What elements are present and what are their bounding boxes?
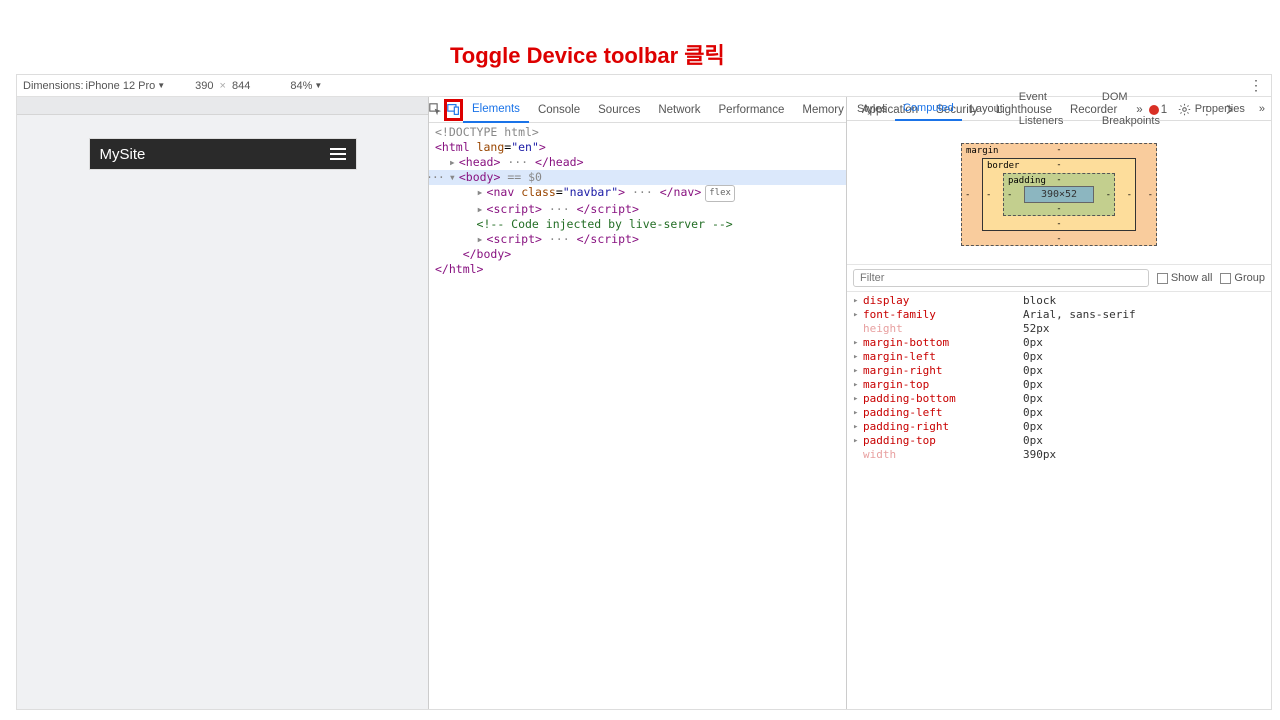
dom-nav[interactable]: <nav class="navbar"> ··· </nav>: [487, 185, 702, 199]
dom-body[interactable]: <body>: [459, 170, 501, 184]
more-tabs-icon[interactable]: »: [1253, 103, 1271, 115]
computed-row[interactable]: ▸padding-right0px: [847, 420, 1271, 434]
computed-prop-name: width: [863, 448, 1023, 462]
tab-performance[interactable]: Performance: [710, 97, 794, 123]
dimensions-label: Dimensions:: [23, 80, 84, 92]
computed-row[interactable]: ▸font-familyArial, sans-serif: [847, 308, 1271, 322]
computed-prop-value: 0px: [1023, 350, 1043, 364]
styles-sidebar: Styles Computed Layout Event Listeners D…: [847, 97, 1271, 709]
dropdown-icon[interactable]: ▼: [157, 81, 165, 90]
computed-row[interactable]: ▸margin-bottom0px: [847, 336, 1271, 350]
computed-row[interactable]: ▸margin-right0px: [847, 364, 1271, 378]
computed-prop-name: padding-right: [863, 420, 1023, 434]
filter-input[interactable]: [853, 269, 1149, 287]
computed-row[interactable]: ▸margin-left0px: [847, 350, 1271, 364]
tab-elements[interactable]: Elements: [463, 97, 529, 123]
tab-console[interactable]: Console: [529, 97, 589, 123]
site-title: MySite: [100, 146, 146, 163]
ruler: [17, 97, 428, 115]
computed-prop-value: 0px: [1023, 378, 1043, 392]
box-model-content: 390×52: [1024, 186, 1094, 203]
tab-styles[interactable]: Styles: [849, 97, 895, 121]
annotation-label: Toggle Device toolbar 클릭: [450, 38, 725, 70]
device-select[interactable]: iPhone 12 Pro: [86, 80, 156, 92]
computed-prop-name: display: [863, 294, 1023, 308]
computed-prop-name: height: [863, 322, 1023, 336]
computed-row[interactable]: ▸padding-left0px: [847, 406, 1271, 420]
device-preview-pane: MySite: [17, 97, 429, 709]
dom-script1[interactable]: <script> ··· </script>: [487, 202, 639, 216]
computed-prop-name: font-family: [863, 308, 1023, 322]
computed-prop-name: padding-top: [863, 434, 1023, 448]
computed-prop-value: 0px: [1023, 420, 1043, 434]
show-all-checkbox[interactable]: Show all: [1157, 272, 1213, 284]
group-checkbox[interactable]: Group: [1220, 272, 1265, 284]
dimension-separator: ×: [220, 80, 226, 92]
tab-network[interactable]: Network: [649, 97, 709, 123]
dom-tree[interactable]: <!DOCTYPE html> <html lang="en"> ▸<head>…: [429, 123, 846, 709]
computed-prop-name: margin-bottom: [863, 336, 1023, 350]
computed-row[interactable]: height52px: [847, 322, 1271, 336]
computed-prop-value: block: [1023, 294, 1056, 308]
box-model-diagram[interactable]: margin - - - - border - - - - padding: [847, 121, 1271, 264]
computed-prop-value: 0px: [1023, 364, 1043, 378]
computed-prop-value: 0px: [1023, 336, 1043, 350]
dom-html-open[interactable]: <html lang="en">: [435, 140, 546, 154]
dom-body-close[interactable]: </body>: [463, 247, 511, 261]
device-toolbar-kebab-icon[interactable]: ⋮: [1249, 77, 1263, 94]
computed-prop-value: 52px: [1023, 322, 1050, 336]
computed-row[interactable]: ▸padding-bottom0px: [847, 392, 1271, 406]
computed-prop-name: margin-top: [863, 378, 1023, 392]
tab-sources[interactable]: Sources: [589, 97, 649, 123]
dom-selected-marker: == $0: [500, 170, 542, 184]
tab-memory[interactable]: Memory: [793, 97, 853, 123]
computed-prop-name: padding-left: [863, 406, 1023, 420]
computed-row[interactable]: ▸padding-top0px: [847, 434, 1271, 448]
computed-prop-name: margin-left: [863, 350, 1023, 364]
computed-prop-value: 0px: [1023, 392, 1043, 406]
dropdown-icon[interactable]: ▼: [314, 81, 322, 90]
flex-badge[interactable]: flex: [705, 185, 735, 202]
computed-row[interactable]: ▸displayblock: [847, 294, 1271, 308]
device-frame: MySite: [90, 139, 356, 169]
hamburger-icon[interactable]: [330, 145, 346, 163]
computed-prop-value: 390px: [1023, 448, 1056, 462]
computed-prop-value: Arial, sans-serif: [1023, 308, 1136, 322]
dom-head[interactable]: <head> ··· </head>: [459, 155, 584, 169]
dom-comment[interactable]: <!-- Code injected by live-server -->: [477, 217, 733, 231]
dom-doctype[interactable]: <!DOCTYPE html>: [435, 125, 539, 139]
device-width-input[interactable]: 390: [195, 80, 213, 92]
zoom-select[interactable]: 84%: [290, 80, 312, 92]
toggle-device-toolbar-icon[interactable]: [444, 99, 463, 121]
devtools-tabbar: Elements Console Sources Network Perform…: [429, 97, 846, 123]
computed-prop-value: 0px: [1023, 406, 1043, 420]
computed-prop-name: margin-right: [863, 364, 1023, 378]
computed-properties-list[interactable]: ▸displayblock▸font-familyArial, sans-ser…: [847, 292, 1271, 709]
dom-html-close[interactable]: </html>: [435, 262, 483, 276]
site-navbar: MySite: [90, 139, 356, 169]
computed-prop-name: padding-bottom: [863, 392, 1023, 406]
inspect-element-icon[interactable]: [429, 99, 442, 121]
tab-layout[interactable]: Layout: [962, 97, 1011, 121]
computed-row[interactable]: width390px: [847, 448, 1271, 462]
computed-row[interactable]: ▸margin-top0px: [847, 378, 1271, 392]
dom-script2[interactable]: <script> ··· </script>: [487, 232, 639, 246]
sidebar-tabbar: Styles Computed Layout Event Listeners D…: [847, 97, 1271, 121]
computed-prop-value: 0px: [1023, 434, 1043, 448]
tab-computed[interactable]: Computed: [895, 97, 962, 121]
device-height-input[interactable]: 844: [232, 80, 250, 92]
devtools-window: Dimensions: iPhone 12 Pro ▼ 390 × 844 84…: [16, 74, 1272, 710]
tab-properties[interactable]: Properties: [1187, 97, 1253, 121]
